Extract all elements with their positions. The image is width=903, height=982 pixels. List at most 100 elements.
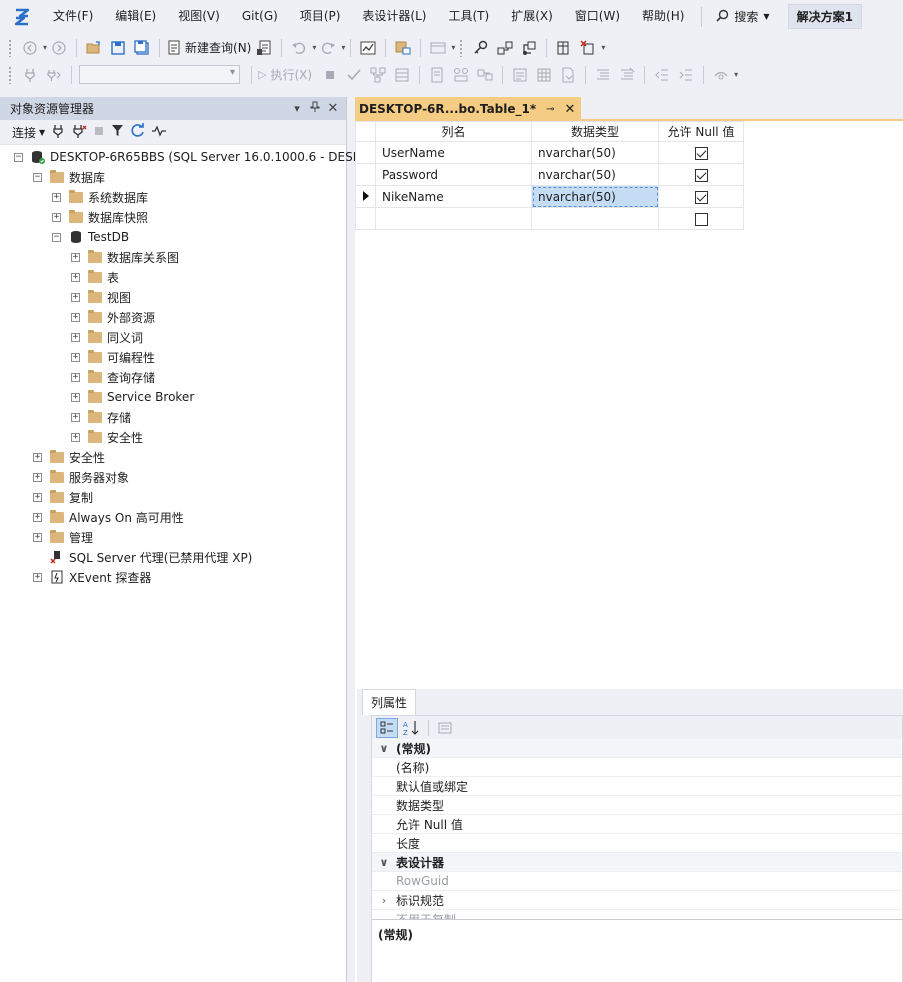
menu-item-6[interactable]: 工具(T): [437, 0, 500, 33]
search-button[interactable]: 搜索 ▼: [708, 0, 777, 33]
specify-template-values-icon[interactable]: [710, 64, 732, 86]
row-header[interactable]: [355, 141, 376, 164]
tree-node[interactable]: + 数据库快照: [0, 207, 346, 227]
expand-icon[interactable]: +: [71, 432, 80, 442]
relationships-icon[interactable]: [494, 37, 516, 59]
tree-node[interactable]: SQL Server 代理(已禁用代理 XP): [0, 547, 346, 567]
tree-node[interactable]: + 数据库关系图: [0, 247, 346, 267]
expand-icon[interactable]: +: [33, 472, 42, 482]
row-header[interactable]: [355, 163, 376, 186]
toolbar-overflow-icon[interactable]: ▾: [601, 43, 605, 52]
expand-icon[interactable]: +: [33, 452, 42, 462]
collapse-category-icon[interactable]: ∨: [372, 742, 396, 755]
query-designer-icon[interactable]: [391, 64, 413, 86]
row-header[interactable]: [355, 207, 376, 230]
uncomment-lines-icon[interactable]: [616, 64, 638, 86]
query-document-icon[interactable]: [253, 37, 275, 59]
expand-icon[interactable]: +: [33, 572, 42, 582]
expand-icon[interactable]: +: [33, 532, 42, 542]
allow-null-checkbox[interactable]: [694, 168, 708, 182]
tree-node[interactable]: + 表: [0, 267, 346, 287]
property-row[interactable]: 数据类型: [372, 796, 902, 815]
document-tab-table1[interactable]: DESKTOP-6R...bo.Table_1* ⊸ ✕: [355, 97, 582, 121]
tree-node[interactable]: + 同义词: [0, 327, 346, 347]
allow-null-checkbox[interactable]: [694, 190, 708, 204]
menu-item-1[interactable]: 编辑(E): [104, 0, 167, 33]
panel-options-icon[interactable]: ▾: [288, 102, 306, 115]
execute-button[interactable]: ▷ 执行(X): [258, 64, 312, 86]
data-type-cell[interactable]: nvarchar(50): [531, 141, 659, 164]
pin-icon[interactable]: [306, 101, 324, 116]
menu-item-5[interactable]: 表设计器(L): [351, 0, 437, 33]
property-row[interactable]: (名称): [372, 758, 902, 777]
expand-icon[interactable]: +: [71, 312, 80, 322]
connect-plug-icon[interactable]: [51, 124, 65, 141]
save-icon[interactable]: [107, 37, 129, 59]
toolbar-grip[interactable]: [8, 38, 12, 57]
column-name-cell[interactable]: UserName: [375, 141, 532, 164]
decrease-indent-icon[interactable]: [651, 64, 673, 86]
properties-key-icon[interactable]: [470, 37, 492, 59]
open-folder-icon[interactable]: [83, 37, 105, 59]
check-constraints-icon[interactable]: [553, 37, 575, 59]
refresh-icon[interactable]: [130, 123, 145, 141]
allow-null-checkbox[interactable]: [694, 212, 708, 226]
comment-lines-icon[interactable]: [592, 64, 614, 86]
stop-icon[interactable]: [93, 125, 105, 140]
expand-icon[interactable]: +: [33, 492, 42, 502]
property-category[interactable]: ∨ (常规): [372, 739, 902, 758]
tree-node[interactable]: − DESKTOP-6R65BBS (SQL Server 16.0.1000.6…: [0, 147, 489, 167]
collapse-category-icon[interactable]: ∨: [372, 856, 396, 869]
data-type-cell[interactable]: nvarchar(50): [531, 163, 659, 186]
save-all-icon[interactable]: [131, 37, 153, 59]
expand-icon[interactable]: +: [71, 252, 80, 262]
menu-item-9[interactable]: 帮助(H): [631, 0, 695, 33]
tree-node[interactable]: + 存储: [0, 407, 346, 427]
cancel-query-icon[interactable]: [319, 64, 341, 86]
collapse-icon[interactable]: −: [14, 152, 23, 162]
current-row-indicator-icon[interactable]: [355, 185, 376, 208]
menu-item-3[interactable]: Git(G): [231, 0, 289, 33]
manage-indexes-icon[interactable]: [518, 37, 540, 59]
intellisense-icon[interactable]: [450, 64, 472, 86]
property-pages-icon[interactable]: [434, 718, 456, 738]
solution-name-badge[interactable]: 解决方案1: [787, 4, 862, 29]
table-row[interactable]: [355, 207, 744, 230]
property-category[interactable]: ∨ 表设计器: [372, 853, 902, 872]
new-query-button[interactable]: 新建查询(N): [166, 37, 251, 59]
window-layout-icon[interactable]: [427, 37, 449, 59]
tree-node[interactable]: + 视图: [0, 287, 346, 307]
allow-null-checkbox[interactable]: [694, 146, 708, 160]
expand-icon[interactable]: +: [33, 512, 42, 522]
tree-node[interactable]: + 管理: [0, 527, 346, 547]
tree-node[interactable]: + Always On 高可用性: [0, 507, 346, 527]
menu-item-2[interactable]: 视图(V): [167, 0, 231, 33]
tree-node[interactable]: + 查询存储: [0, 367, 346, 387]
property-row[interactable]: 默认值或绑定: [372, 777, 902, 796]
parse-check-icon[interactable]: [343, 64, 365, 86]
tree-node[interactable]: + 复制: [0, 487, 346, 507]
filter-icon[interactable]: [111, 124, 124, 140]
forward-icon[interactable]: [48, 37, 70, 59]
expand-icon[interactable]: +: [71, 352, 80, 362]
expand-property-icon[interactable]: ›: [372, 894, 396, 907]
tree-node[interactable]: + 可编程性: [0, 347, 346, 367]
tab-column-properties[interactable]: 列属性: [362, 689, 417, 715]
connect-plug-icon[interactable]: [19, 64, 41, 86]
table-row[interactable]: Password nvarchar(50): [355, 163, 744, 186]
toolbar-overflow-icon[interactable]: ▾: [734, 70, 738, 79]
disconnect-icon[interactable]: [71, 124, 87, 141]
alphabetical-sort-icon[interactable]: AZ: [401, 718, 423, 738]
collapse-icon[interactable]: −: [52, 232, 61, 242]
display-estimated-plan-icon[interactable]: [367, 64, 389, 86]
results-to-grid-icon[interactable]: [533, 64, 555, 86]
tree-node[interactable]: − 数据库: [0, 167, 346, 187]
back-icon[interactable]: [19, 37, 41, 59]
property-row[interactable]: 长度: [372, 834, 902, 853]
tree-node[interactable]: + 安全性: [0, 447, 346, 467]
undo-icon[interactable]: [288, 37, 310, 59]
query-options-icon[interactable]: [426, 64, 448, 86]
table-row[interactable]: NikeName nvarchar(50): [355, 185, 744, 208]
table-row[interactable]: UserName nvarchar(50): [355, 141, 744, 164]
available-databases-select[interactable]: [79, 65, 240, 84]
